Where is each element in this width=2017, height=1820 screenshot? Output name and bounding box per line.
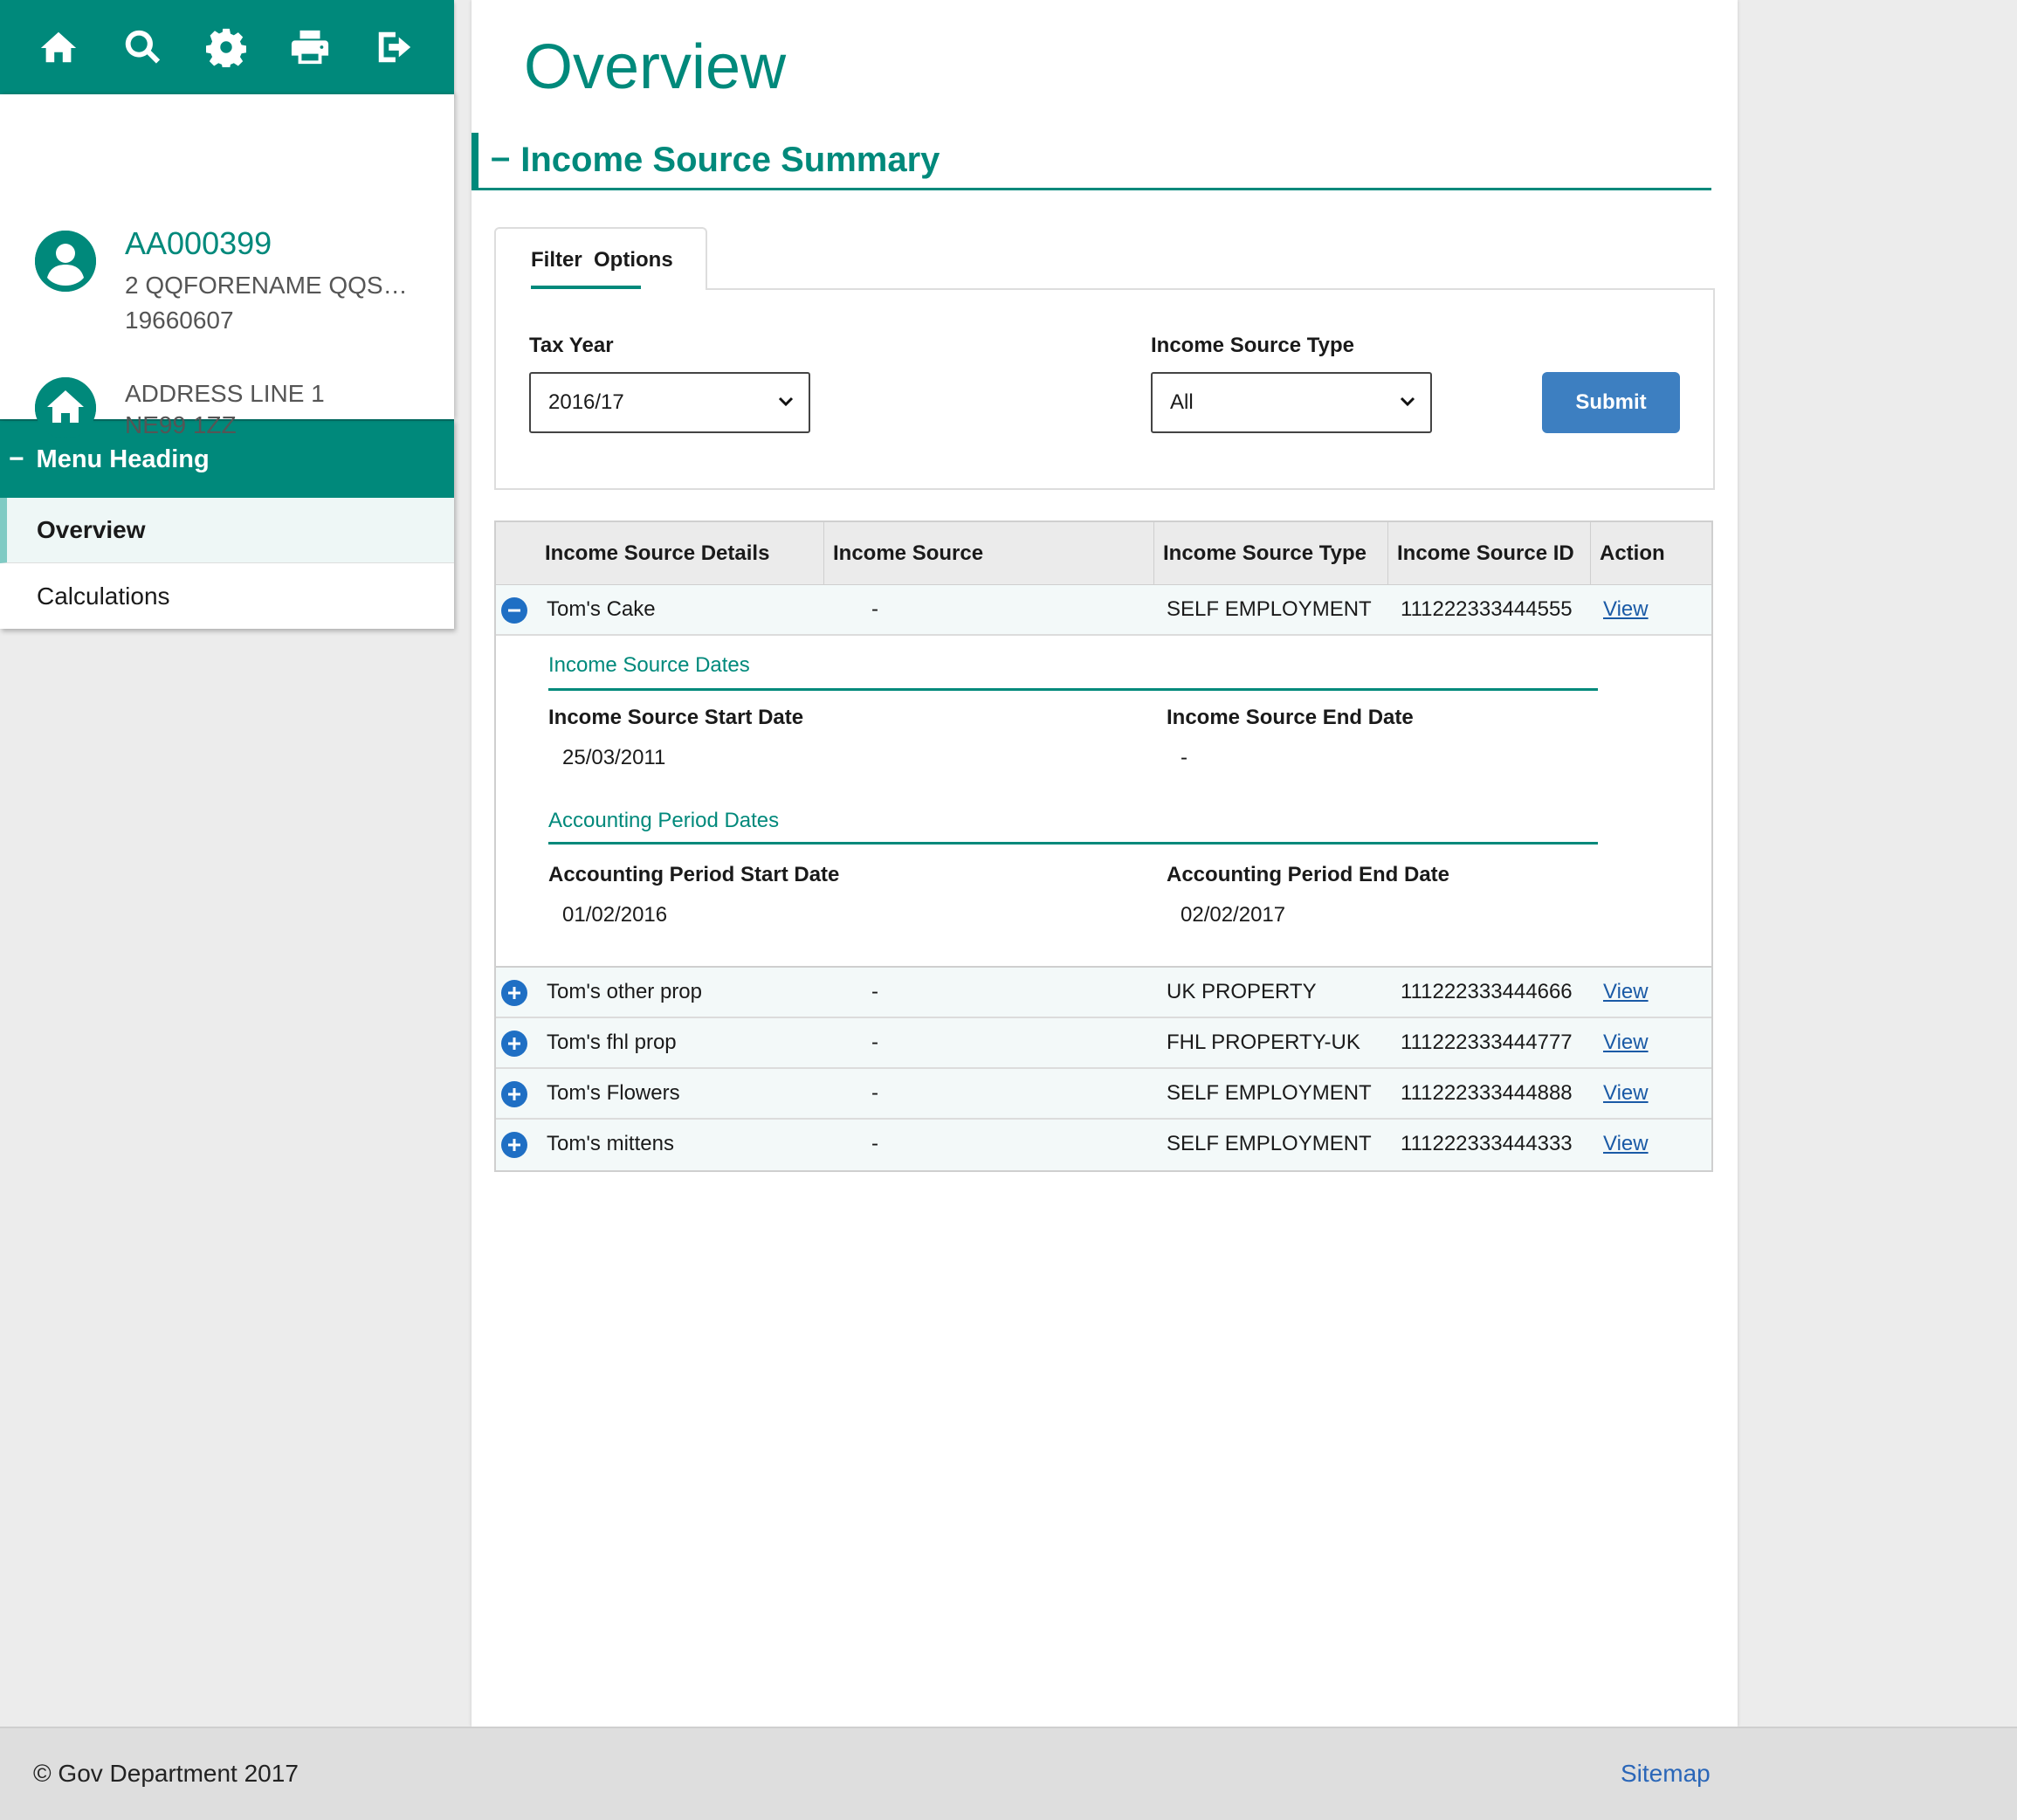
- tax-year-value: 2016/17: [548, 390, 624, 414]
- sitemap-link[interactable]: Sitemap: [1621, 1760, 1711, 1788]
- table-row: Tom's fhl prop - FHL PROPERTY-UK 1112223…: [496, 1018, 1711, 1069]
- profile-card: AA000399 2 QQFORENAME QQSURNAME 19660607…: [0, 94, 454, 438]
- acc-start-date-label: Accounting Period Start Date: [548, 863, 840, 886]
- view-link[interactable]: View: [1603, 1031, 1649, 1055]
- user-avatar-icon: [35, 231, 96, 292]
- submit-button[interactable]: Submit: [1542, 372, 1680, 433]
- menu-heading-label: Menu Heading: [36, 445, 210, 473]
- income-source: -: [871, 597, 878, 621]
- collapse-icon: –: [491, 138, 511, 176]
- collapse-icon: −: [9, 445, 24, 473]
- logout-icon[interactable]: [374, 27, 414, 67]
- income-source-details: Tom's Cake: [547, 597, 656, 621]
- income-source-type: SELF EMPLOYMENT: [1167, 1132, 1372, 1155]
- tab-filter-options[interactable]: Filter Options: [494, 227, 707, 290]
- income-type-select[interactable]: All: [1151, 372, 1432, 433]
- income-source-id: 111222333444888: [1401, 1081, 1573, 1105]
- customer-dob: 19660607: [125, 307, 234, 334]
- collapse-row-icon[interactable]: [501, 597, 527, 624]
- column-header: Income Source Details: [496, 522, 824, 584]
- sidebar: AA000399 2 QQFORENAME QQSURNAME 19660607…: [0, 0, 454, 629]
- home-icon[interactable]: [38, 27, 79, 67]
- customer-name: 2 QQFORENAME QQSURNAME: [125, 272, 422, 299]
- table-row: Tom's other prop - UK PROPERTY 111222333…: [496, 968, 1711, 1018]
- income-dates-heading: Income Source Dates: [548, 653, 750, 677]
- income-source-type: SELF EMPLOYMENT: [1167, 1081, 1372, 1105]
- expand-row-icon[interactable]: [501, 1031, 527, 1057]
- income-source-details: Tom's fhl prop: [547, 1031, 677, 1054]
- acc-start-date-value: 01/02/2016: [562, 903, 668, 927]
- divider: [548, 842, 1598, 845]
- income-source-type: UK PROPERTY: [1167, 980, 1317, 1003]
- income-source-details: Tom's Flowers: [547, 1081, 680, 1105]
- income-source-id: 111222333444666: [1401, 980, 1573, 1003]
- section-title: Income Source Summary: [520, 141, 940, 179]
- copyright-text: © Gov Department 2017: [33, 1760, 299, 1787]
- filter-panel: Tax Year 2016/17 Income Source Type All …: [494, 288, 1715, 490]
- tab-label: Filter Options: [531, 248, 673, 272]
- tax-year-select[interactable]: 2016/17: [529, 372, 810, 433]
- income-source-id: 111222333444555: [1401, 597, 1573, 621]
- view-link[interactable]: View: [1603, 597, 1649, 622]
- expand-row-icon[interactable]: [501, 1081, 527, 1107]
- start-date-value: 25/03/2011: [562, 746, 666, 769]
- expand-row-icon[interactable]: [501, 1132, 527, 1158]
- income-source-table: Income Source Details Income Source Inco…: [494, 520, 1713, 1172]
- print-icon[interactable]: [290, 27, 330, 67]
- income-source: -: [871, 1031, 878, 1054]
- column-header: Action: [1600, 541, 1665, 565]
- income-type-value: All: [1170, 390, 1194, 414]
- income-source-details: Tom's other prop: [547, 980, 702, 1003]
- side-menu: − Menu Heading Overview Calculations: [0, 419, 454, 629]
- income-source-id: 111222333444333: [1401, 1132, 1573, 1155]
- column-header: Income Source Type: [1154, 522, 1388, 584]
- acc-end-date-label: Accounting Period End Date: [1167, 863, 1450, 886]
- income-source: -: [871, 1132, 878, 1155]
- view-link[interactable]: View: [1603, 980, 1649, 1004]
- toolbar: [0, 0, 454, 94]
- accounting-dates-heading: Accounting Period Dates: [548, 809, 780, 832]
- view-link[interactable]: View: [1603, 1132, 1649, 1156]
- main-panel: Overview – Income Source Summary Filter …: [472, 0, 1738, 1727]
- income-type-label: Income Source Type: [1151, 334, 1354, 357]
- chevron-down-icon: [1400, 396, 1415, 407]
- tax-year-label: Tax Year: [529, 334, 614, 357]
- row-detail-panel: Income Source Dates Income Source Start …: [496, 636, 1711, 968]
- acc-end-date-value: 02/02/2017: [1181, 903, 1286, 927]
- end-date-label: Income Source End Date: [1167, 706, 1414, 729]
- start-date-label: Income Source Start Date: [548, 706, 804, 729]
- menu-item-calculations[interactable]: Calculations: [0, 563, 454, 629]
- address-postcode: NE99 1ZZ: [125, 411, 237, 438]
- customer-id: AA000399: [125, 225, 272, 261]
- view-link[interactable]: View: [1603, 1081, 1649, 1106]
- tab-active-indicator: [531, 286, 641, 289]
- end-date-value: -: [1181, 746, 1187, 769]
- table-header: Income Source Details Income Source Inco…: [496, 522, 1711, 585]
- income-source: -: [871, 980, 878, 1003]
- income-source-id: 111222333444777: [1401, 1031, 1573, 1054]
- table-row: Tom's Cake - SELF EMPLOYMENT 11122233344…: [496, 585, 1711, 636]
- table-row: Tom's Flowers - SELF EMPLOYMENT 11122233…: [496, 1069, 1711, 1120]
- income-source-details: Tom's mittens: [547, 1132, 674, 1155]
- address-home-icon: [35, 377, 96, 438]
- gear-icon[interactable]: [206, 27, 246, 67]
- address-line-1: ADDRESS LINE 1: [125, 380, 325, 407]
- income-source-type: FHL PROPERTY-UK: [1167, 1031, 1360, 1054]
- page-title: Overview: [524, 32, 787, 102]
- chevron-down-icon: [778, 396, 794, 407]
- expand-row-icon[interactable]: [501, 980, 527, 1006]
- income-source: -: [871, 1081, 878, 1105]
- footer: © Gov Department 2017 Sitemap: [0, 1727, 2017, 1820]
- section-header[interactable]: – Income Source Summary: [472, 133, 1711, 190]
- menu-item-overview[interactable]: Overview: [0, 498, 454, 563]
- search-icon[interactable]: [122, 27, 162, 67]
- income-source-type: SELF EMPLOYMENT: [1167, 597, 1372, 621]
- table-row: Tom's mittens - SELF EMPLOYMENT 11122233…: [496, 1120, 1711, 1170]
- column-header: Income Source ID: [1388, 522, 1591, 584]
- divider: [548, 688, 1598, 691]
- column-header: Income Source: [824, 522, 1154, 584]
